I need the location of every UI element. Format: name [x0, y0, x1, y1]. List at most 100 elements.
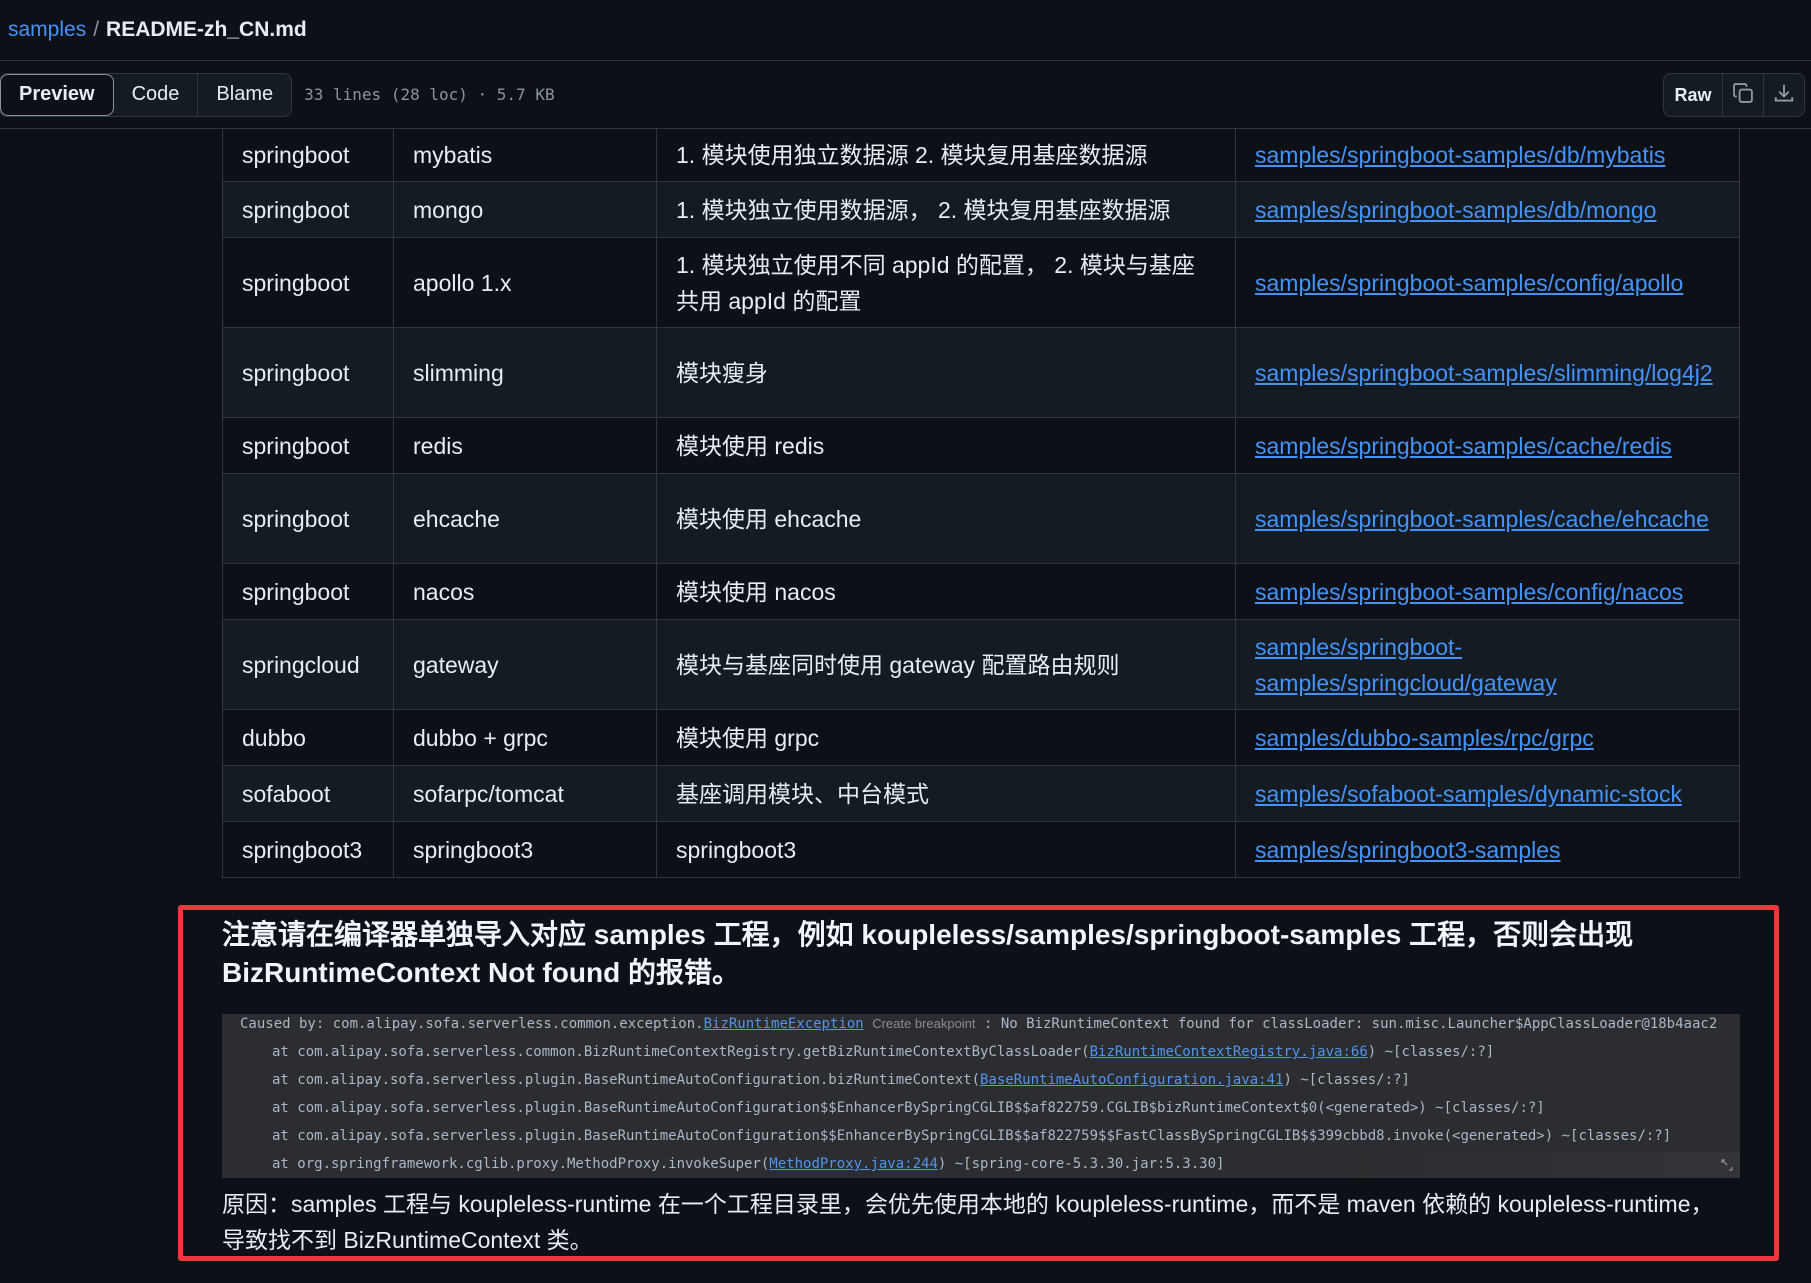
download-button[interactable]: [1764, 74, 1804, 116]
reason-text: 原因：samples 工程与 koupleless-runtime 在一个工程目…: [222, 1191, 1714, 1253]
stack-line: at com.alipay.sofa.serverless.common.Biz…: [272, 1044, 1495, 1060]
breadcrumb-file-name: README-zh_CN.md: [106, 18, 307, 41]
file-info: 33 lines (28 loc) · 5.7 KB: [304, 85, 555, 104]
table-row: springboot slimming 模块瘦身 samples/springb…: [222, 327, 1740, 418]
stack-trace-screenshot: Caused by: com.alipay.sofa.serverless.co…: [222, 1014, 1740, 1178]
table-cell-link: samples/springboot-samples/db/mongo: [1235, 181, 1740, 238]
table-cell-description: 模块使用 grpc: [656, 709, 1236, 766]
stack-line: at com.alipay.sofa.serverless.plugin.Bas…: [272, 1072, 1410, 1088]
sample-link[interactable]: samples/springboot-samples/config/nacos: [1255, 579, 1683, 605]
table-cell-link: samples/sofaboot-samples/dynamic-stock: [1235, 765, 1740, 822]
table-cell-component: springboot3: [393, 821, 657, 878]
table-cell-framework: sofaboot: [222, 765, 394, 822]
table-cell-link: samples/springboot-samples/springcloud/g…: [1235, 619, 1740, 710]
table-cell-link: samples/springboot-samples/cache/redis: [1235, 417, 1740, 474]
download-icon: [1773, 82, 1795, 109]
raw-button[interactable]: Raw: [1664, 74, 1723, 116]
table-cell-description: 基座调用模块、中台模式: [656, 765, 1236, 822]
table-row: springboot mongo 1. 模块独立使用数据源， 2. 模块复用基座…: [222, 181, 1740, 238]
table-row: sofaboot sofarpc/tomcat 基座调用模块、中台模式 samp…: [222, 765, 1740, 822]
sample-link[interactable]: samples/sofaboot-samples/dynamic-stock: [1255, 781, 1682, 807]
table-row: springboot3 springboot3 springboot3 samp…: [222, 821, 1740, 878]
table-cell-description: springboot3: [656, 821, 1236, 878]
table-cell-description: 模块使用 ehcache: [656, 473, 1236, 564]
breadcrumb-separator: /: [93, 18, 100, 41]
table-cell-framework: springboot: [222, 128, 394, 182]
file-actions: Raw: [1663, 73, 1805, 117]
table-row: springboot nacos 模块使用 nacos samples/spri…: [222, 563, 1740, 620]
highlighted-notice: 注意请在编译器单独导入对应 samples 工程，例如 koupleless/s…: [178, 905, 1779, 1261]
table-cell-description: 模块使用 nacos: [656, 563, 1236, 620]
exception-link: BizRuntimeException: [703, 1016, 864, 1032]
samples-table: springboot mybatis 1. 模块使用独立数据源 2. 模块复用基…: [222, 128, 1740, 878]
table-row: springboot ehcache 模块使用 ehcache samples/…: [222, 473, 1740, 564]
table-cell-description: 模块使用 redis: [656, 417, 1236, 474]
sample-link[interactable]: samples/springboot-samples/db/mongo: [1255, 197, 1656, 223]
sample-link[interactable]: samples/springboot-samples/slimming/log4…: [1255, 360, 1713, 386]
tab-preview[interactable]: Preview: [0, 73, 114, 116]
table-cell-component: dubbo + grpc: [393, 709, 657, 766]
tab-blame[interactable]: Blame: [198, 74, 291, 116]
copy-icon: [1732, 82, 1754, 109]
table-cell-link: samples/springboot-samples/cache/ehcache: [1235, 473, 1740, 564]
table-cell-component: redis: [393, 417, 657, 474]
table-row: springboot apollo 1.x 1. 模块独立使用不同 appId …: [222, 237, 1740, 328]
table-cell-framework: springboot: [222, 563, 394, 620]
expand-icon: [1720, 1158, 1734, 1176]
table-cell-description: 1. 模块独立使用不同 appId 的配置， 2. 模块与基座共用 appId …: [656, 237, 1236, 328]
table-cell-link: samples/springboot-samples/config/nacos: [1235, 563, 1740, 620]
table-cell-description: 模块与基座同时使用 gateway 配置路由规则: [656, 619, 1236, 710]
table-cell-framework: springboot: [222, 473, 394, 564]
table-cell-description: 1. 模块独立使用数据源， 2. 模块复用基座数据源: [656, 181, 1236, 238]
table-cell-framework: springboot: [222, 237, 394, 328]
table-row: springboot redis 模块使用 redis samples/spri…: [222, 417, 1740, 474]
file-toolbar: Preview Code Blame 33 lines (28 loc) · 5…: [0, 61, 1811, 129]
table-cell-component: mybatis: [393, 128, 657, 182]
table-cell-link: samples/springboot-samples/slimming/log4…: [1235, 327, 1740, 418]
table-cell-link: samples/dubbo-samples/rpc/grpc: [1235, 709, 1740, 766]
table-cell-component: nacos: [393, 563, 657, 620]
table-cell-framework: dubbo: [222, 709, 394, 766]
screenshot-fade: [1340, 1152, 1740, 1178]
table-cell-link: samples/springboot-samples/db/mybatis: [1235, 128, 1740, 182]
view-tabs: Preview Code Blame: [0, 72, 293, 117]
source-link: MethodProxy.java:244: [769, 1156, 938, 1172]
table-row: dubbo dubbo + grpc 模块使用 grpc samples/dub…: [222, 709, 1740, 766]
source-link: BaseRuntimeAutoConfiguration.java:41: [980, 1072, 1284, 1088]
table-cell-framework: springboot: [222, 327, 394, 418]
source-link: BizRuntimeContextRegistry.java:66: [1089, 1044, 1368, 1060]
sample-link[interactable]: samples/springboot-samples/springcloud/g…: [1255, 634, 1557, 696]
tab-code[interactable]: Code: [114, 73, 199, 116]
create-breakpoint-hint: Create breakpoint: [872, 1016, 976, 1031]
stack-line: at com.alipay.sofa.serverless.plugin.Bas…: [272, 1100, 1545, 1116]
sample-link[interactable]: samples/springboot3-samples: [1255, 837, 1561, 863]
stack-line: at org.springframework.cglib.proxy.Metho…: [272, 1156, 1225, 1172]
table-cell-component: apollo 1.x: [393, 237, 657, 328]
table-cell-component: gateway: [393, 619, 657, 710]
sample-link[interactable]: samples/springboot-samples/config/apollo: [1255, 270, 1683, 296]
breadcrumb-repo-link[interactable]: samples: [8, 18, 86, 42]
table-cell-link: samples/springboot3-samples: [1235, 821, 1740, 878]
table-cell-framework: springboot: [222, 181, 394, 238]
table-cell-description: 模块瘦身: [656, 327, 1236, 418]
table-cell-component: ehcache: [393, 473, 657, 564]
sample-link[interactable]: samples/springboot-samples/db/mybatis: [1255, 142, 1665, 168]
table-cell-component: sofarpc/tomcat: [393, 765, 657, 822]
sample-link[interactable]: samples/springboot-samples/cache/redis: [1255, 433, 1672, 459]
stack-line: at com.alipay.sofa.serverless.plugin.Bas…: [272, 1128, 1672, 1144]
sample-link[interactable]: samples/dubbo-samples/rpc/grpc: [1255, 725, 1594, 751]
notice-heading: 注意请在编译器单独导入对应 samples 工程，例如 koupleless/s…: [222, 919, 1634, 988]
breadcrumb: samples / README-zh_CN.md: [0, 0, 1811, 61]
stack-line: Caused by: com.alipay.sofa.serverless.co…: [240, 1016, 1718, 1032]
table-cell-framework: springboot3: [222, 821, 394, 878]
table-row: springcloud gateway 模块与基座同时使用 gateway 配置…: [222, 619, 1740, 710]
table-cell-description: 1. 模块使用独立数据源 2. 模块复用基座数据源: [656, 128, 1236, 182]
table-cell-component: slimming: [393, 327, 657, 418]
table-cell-link: samples/springboot-samples/config/apollo: [1235, 237, 1740, 328]
sample-link[interactable]: samples/springboot-samples/cache/ehcache: [1255, 506, 1709, 532]
table-row: springboot mybatis 1. 模块使用独立数据源 2. 模块复用基…: [222, 128, 1740, 182]
table-cell-component: mongo: [393, 181, 657, 238]
table-cell-framework: springcloud: [222, 619, 394, 710]
copy-raw-button[interactable]: [1723, 74, 1764, 116]
table-cell-framework: springboot: [222, 417, 394, 474]
